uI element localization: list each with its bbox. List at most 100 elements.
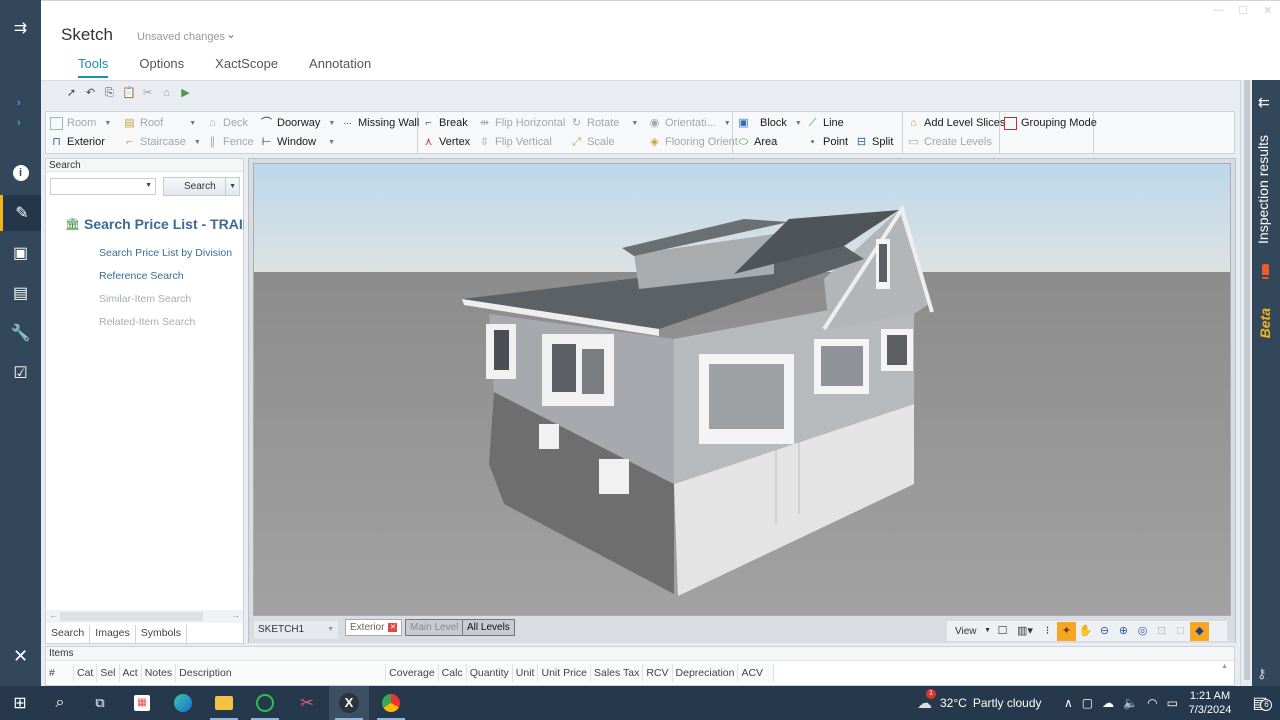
show-hidden-icons-icon[interactable]: ∧	[1064, 696, 1073, 710]
inspection-results-label[interactable]: Inspection results	[1255, 135, 1271, 244]
expand-panel-icon[interactable]: ⇇	[1258, 94, 1270, 111]
taskbar-file-explorer[interactable]	[204, 686, 244, 720]
column-header[interactable]: Coverage	[386, 664, 439, 682]
orientation-button[interactable]: ◉ Orientati... ▼	[648, 114, 731, 132]
block-button[interactable]: ▣ Block ▼	[737, 114, 802, 132]
zoom-fit-icon[interactable]: ◎	[1133, 622, 1152, 641]
copy-icon[interactable]: ⎘	[103, 87, 116, 100]
center-icon[interactable]: ✦	[1057, 621, 1076, 641]
column-header[interactable]: #	[46, 664, 74, 682]
zoom-window-icon[interactable]: ⊡	[1152, 622, 1171, 641]
taskbar-edge[interactable]	[163, 686, 203, 720]
flooring-orientation-button[interactable]: ◈ Flooring Orient	[648, 133, 738, 151]
house-3d-model[interactable]	[254, 164, 1231, 616]
doorway-button[interactable]: ⌒ Doorway ▼	[260, 114, 335, 132]
taskbar-store[interactable]: ▦	[122, 686, 162, 720]
column-header[interactable]: Quantity	[467, 664, 513, 682]
add-level-slices-button[interactable]: ⌂ Add Level Slices	[907, 114, 1005, 132]
paste-icon[interactable]: 📋	[122, 87, 136, 100]
select-pointer-icon[interactable]: ➚	[65, 87, 78, 100]
point-button[interactable]: • Point	[806, 133, 849, 151]
cut-icon[interactable]: ✂	[141, 87, 154, 100]
search-input[interactable]: ▼	[50, 178, 156, 195]
chevron-down-icon[interactable]: ▼	[327, 621, 334, 639]
grid-scroll-up-icon[interactable]: ▲	[1221, 663, 1228, 670]
nav-tools[interactable]: 🔧	[0, 315, 41, 351]
column-header[interactable]: Notes	[142, 664, 177, 682]
tab-annotation[interactable]: Annotation	[309, 56, 371, 78]
deck-button[interactable]: ⌂ Deck	[206, 114, 248, 132]
export-icon[interactable]: ▶	[179, 87, 192, 100]
start-button[interactable]: ⊞	[0, 686, 40, 720]
scroll-right-icon[interactable]: →	[231, 610, 240, 620]
create-levels-button[interactable]: ▭ Create Levels	[907, 133, 992, 151]
vertical-scrollbar[interactable]	[1240, 80, 1252, 686]
tab-tools[interactable]: Tools	[78, 56, 109, 78]
3d-viewport[interactable]	[253, 163, 1231, 616]
expand-chevron-icon[interactable]: ›	[17, 117, 21, 129]
taskbar-whatsapp[interactable]	[245, 686, 285, 720]
tab-options[interactable]: Options	[139, 56, 184, 78]
pan-hand-icon[interactable]: ✋	[1076, 622, 1095, 641]
blank-view-icon[interactable]: □	[1171, 622, 1190, 641]
column-header[interactable]: Calc	[439, 664, 467, 682]
stamp-icon[interactable]: ⌂	[160, 87, 173, 100]
layout-icon[interactable]: ▥▾	[1012, 622, 1038, 641]
zoom-in-icon[interactable]: ⊕	[1114, 622, 1133, 641]
exterior-button[interactable]: ⊓ Exterior	[50, 133, 105, 151]
grouping-mode-button[interactable]: Grouping Mode	[1004, 114, 1097, 132]
line-button[interactable]: ⟋ Line	[806, 114, 844, 132]
tab-images[interactable]: Images	[90, 625, 136, 643]
battery-icon[interactable]: ▭	[1167, 696, 1178, 710]
zoom-out-icon[interactable]: ⊖	[1095, 622, 1114, 641]
expand-chevron-icon[interactable]: ›	[17, 97, 21, 109]
column-header[interactable]: Depreciation	[673, 664, 739, 682]
tab-search[interactable]: Search	[46, 625, 91, 643]
vertex-button[interactable]: ⋏ Vertex	[422, 133, 470, 151]
taskbar-snipping-tool[interactable]: ✂	[287, 686, 327, 720]
chevron-down-icon[interactable]: ▼	[225, 178, 236, 195]
taskbar-clock[interactable]: 1:21 AM 7/3/2024	[1185, 689, 1235, 717]
taskbar-search[interactable]: ⌕	[40, 686, 80, 720]
taskbar-xactimate[interactable]: X	[329, 686, 369, 720]
break-button[interactable]: ⌐ Break	[422, 114, 467, 132]
column-header[interactable]: Description	[176, 664, 387, 682]
maximize-button[interactable]: ☐	[1238, 4, 1248, 17]
fence-button[interactable]: ∥ Fence	[206, 133, 254, 151]
price-list-title[interactable]: Search Price List - TRAINI	[84, 216, 244, 232]
scale-button[interactable]: ⤢ Scale	[570, 133, 614, 151]
column-header[interactable]: ACV	[738, 664, 775, 682]
column-header[interactable]: Sales Tax	[591, 664, 644, 682]
task-view-button[interactable]: ⧉	[80, 686, 120, 720]
search-by-division-link[interactable]: Search Price List by Division	[99, 247, 232, 259]
room-button[interactable]: Room ▼	[50, 114, 111, 132]
weather-widget[interactable]: ☁ 1 32°C Partly cloudy	[917, 686, 1042, 720]
column-header[interactable]: Cat	[74, 664, 98, 682]
missing-wall-button[interactable]: ⋯ Missing Wall	[341, 114, 420, 132]
scroll-left-icon[interactable]: ←	[49, 610, 58, 620]
area-button[interactable]: ⬭ Area	[737, 133, 777, 151]
notification-center-button[interactable]: ▤6	[1240, 686, 1280, 720]
meet-now-icon[interactable]: ▢	[1082, 696, 1093, 710]
nav-info[interactable]: i	[0, 155, 41, 191]
taskbar-chrome[interactable]	[371, 686, 411, 720]
similar-item-search-link[interactable]: Similar-Item Search	[99, 293, 191, 305]
related-item-search-link[interactable]: Related-Item Search	[99, 316, 195, 328]
level-tab-exterior[interactable]: Exterior ✕	[345, 619, 403, 636]
sketch-select[interactable]: SKETCH1 ▼	[254, 621, 338, 639]
nav-photos[interactable]: ▣	[0, 235, 41, 271]
nav-sketch[interactable]: ✎	[0, 195, 41, 231]
column-header[interactable]: Sel	[97, 664, 120, 682]
3d-view-icon[interactable]: ◆	[1190, 621, 1209, 641]
column-header[interactable]: RCV	[643, 664, 673, 682]
reference-search-link[interactable]: Reference Search	[99, 270, 184, 282]
wifi-icon[interactable]: ◠	[1147, 696, 1157, 710]
column-header[interactable]: Unit Price	[538, 664, 591, 682]
column-header[interactable]: Act	[120, 664, 142, 682]
split-button[interactable]: ⊟ Split	[855, 133, 894, 151]
roof-button[interactable]: ▤ Roof ▼	[123, 114, 196, 132]
close-tab-icon[interactable]: ✕	[388, 622, 398, 632]
horizontal-scrollbar[interactable]: ← →	[46, 610, 243, 623]
scrollbar-thumb[interactable]	[1244, 80, 1250, 680]
window-button[interactable]: ⊢ Window ▼	[260, 133, 335, 151]
